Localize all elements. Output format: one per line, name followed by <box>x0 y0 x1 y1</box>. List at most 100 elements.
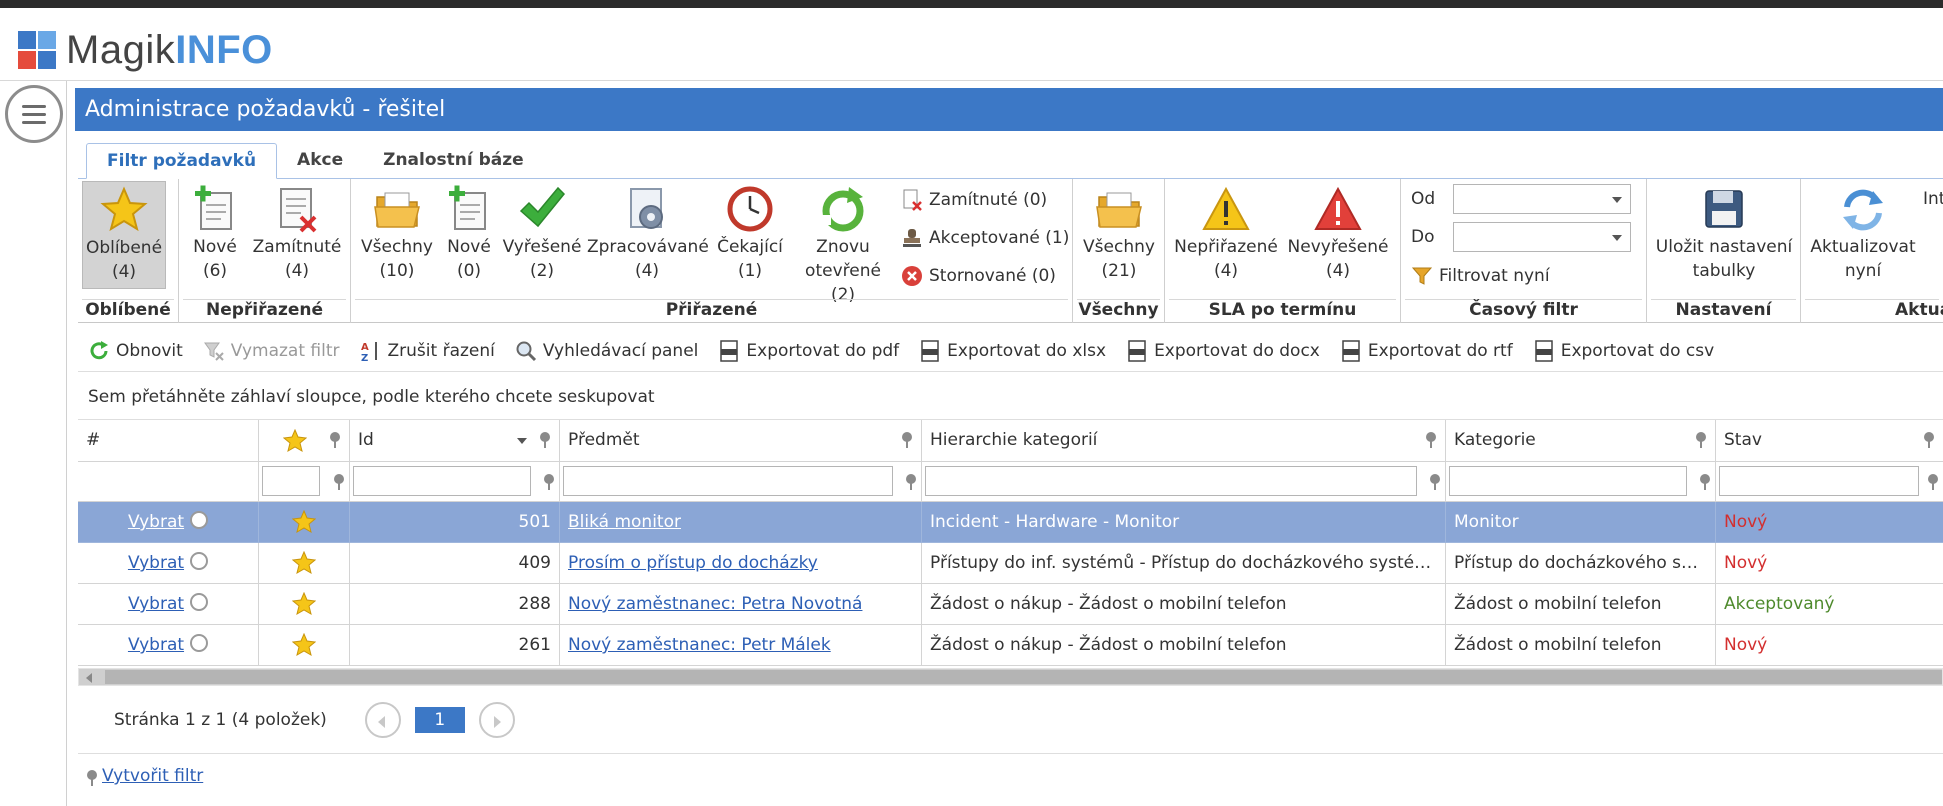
prev-page-icon[interactable] <box>364 701 401 738</box>
col-header-hierarchie[interactable]: Hierarchie kategorií <box>922 420 1446 462</box>
hierarchy-filter-input[interactable] <box>925 466 1417 496</box>
app-logo[interactable]: MagikINFO <box>18 28 273 72</box>
page-title: Administrace požadavků - řešitel <box>75 88 1943 131</box>
col-header-favorite[interactable] <box>259 420 350 462</box>
cell-hierarchy: Žádost o nákup - Žádost o mobilní telefo… <box>922 584 1446 625</box>
favorite-filter-input[interactable] <box>262 466 320 496</box>
subject-filter-input[interactable] <box>563 466 893 496</box>
create-filter-link[interactable]: Vytvořit filtr <box>102 766 203 786</box>
select-link[interactable]: Vybrat <box>128 512 184 532</box>
hamburger-menu-icon[interactable] <box>5 85 63 143</box>
pin-icon[interactable] <box>543 474 555 490</box>
cell-category: Žádost o mobilní telefon <box>1446 625 1716 666</box>
sync-arrows-icon <box>1839 185 1887 233</box>
pin-icon[interactable] <box>329 432 341 448</box>
select-link[interactable]: Vybrat <box>128 553 184 573</box>
current-page-button[interactable]: 1 <box>414 706 465 733</box>
pin-icon[interactable] <box>1425 432 1437 448</box>
next-page-icon[interactable] <box>478 701 515 738</box>
horizontal-scrollbar[interactable] <box>78 668 1943 686</box>
star-icon[interactable] <box>292 633 316 657</box>
id-filter-input[interactable] <box>353 466 531 496</box>
pin-icon[interactable] <box>333 474 345 490</box>
filter-accepted[interactable]: Akceptované (1) <box>901 227 1069 249</box>
col-header-number[interactable]: # <box>78 420 259 462</box>
create-filter: Vytvořit filtr <box>86 764 203 788</box>
assigned-processing-button[interactable]: Zpracovávané (4) <box>587 181 709 289</box>
assigned-new-button[interactable]: Nové (0) <box>441 181 497 289</box>
tab-filtr-pozadavku[interactable]: Filtr požadavků <box>86 143 278 179</box>
cell-id: 409 <box>350 543 560 584</box>
select-link[interactable]: Vybrat <box>128 594 184 614</box>
table-row[interactable]: Vybrat 288 Nový zaměstnanec: Petra Novot… <box>78 584 1943 625</box>
pin-icon[interactable] <box>1923 432 1935 448</box>
col-header-id[interactable]: Id <box>350 420 560 462</box>
cell-hierarchy: Incident - Hardware - Monitor <box>922 502 1446 543</box>
pin-icon[interactable] <box>901 432 913 448</box>
subject-link[interactable]: Nový zaměstnanec: Petra Novotná <box>568 594 862 614</box>
filter-rejected[interactable]: Zamítnuté (0) <box>901 189 1047 211</box>
star-icon[interactable] <box>292 551 316 575</box>
favorites-button[interactable]: Oblíbené (4) <box>82 181 166 289</box>
checkmark-icon <box>518 185 566 233</box>
pin-icon[interactable] <box>1927 474 1939 490</box>
assigned-waiting-button[interactable]: Čekající (1) <box>711 181 789 289</box>
all-requests-button[interactable]: Všechny (21) <box>1079 181 1159 289</box>
unassigned-rejected-button[interactable]: Zamítnuté (4) <box>249 181 345 289</box>
assigned-resolved-button[interactable]: Vyřešené (2) <box>501 181 583 289</box>
group-oblibene: Oblíbené (4) Oblíbené <box>78 179 179 323</box>
export-xlsx-button[interactable]: Exportovat do xlsx <box>909 330 1116 372</box>
export-csv-button[interactable]: Exportovat do csv <box>1523 330 1724 372</box>
refresh-now-button[interactable]: Aktualizovat nyní <box>1805 181 1921 289</box>
col-header-predmet[interactable]: Předmět <box>560 420 922 462</box>
assigned-reopened-button[interactable]: Znovu otevřené (2) <box>793 181 893 305</box>
pin-icon[interactable] <box>539 432 551 448</box>
star-icon[interactable] <box>292 592 316 616</box>
group-by-drop-area[interactable]: Sem přetáhněte záhlaví sloupce, podle kt… <box>78 374 1943 420</box>
group-casovy-filtr: Od Do Filtrovat nyní Časový filtr <box>1401 179 1647 323</box>
unassigned-new-button[interactable]: Nové (6) <box>187 181 243 289</box>
status-badge: Nový <box>1716 625 1943 666</box>
date-to-select[interactable] <box>1453 222 1631 252</box>
subject-link[interactable]: Prosím o přístup do docházky <box>568 553 818 573</box>
sla-unresolved-button[interactable]: Nevyřešené (4) <box>1285 181 1391 289</box>
table-row[interactable]: Vybrat 261 Nový zaměstnanec: Petr Málek … <box>78 625 1943 666</box>
assigned-all-button[interactable]: Všechny (10) <box>357 181 437 289</box>
star-icon[interactable] <box>292 510 316 534</box>
tab-akce[interactable]: Akce <box>277 143 363 179</box>
date-from-select[interactable] <box>1453 184 1631 214</box>
filter-now-button[interactable]: Filtrovat nyní <box>1411 265 1550 287</box>
scrollbar-thumb[interactable] <box>105 670 1942 684</box>
filter-cancelled[interactable]: Stornované (0) <box>901 265 1056 287</box>
subject-link[interactable]: Nový zaměstnanec: Petr Málek <box>568 635 831 655</box>
row-radio[interactable] <box>190 634 209 652</box>
save-table-settings-button[interactable]: Uložit nastavení tabulky <box>1653 181 1795 289</box>
pin-icon[interactable] <box>1429 474 1441 490</box>
export-docx-button[interactable]: Exportovat do docx <box>1116 330 1330 372</box>
clear-filter-button[interactable]: Vymazat filtr <box>193 330 350 372</box>
col-header-kategorie[interactable]: Kategorie <box>1446 420 1716 462</box>
pin-icon[interactable] <box>905 474 917 490</box>
clear-sorting-button[interactable]: AZ Zrušit řazení <box>350 330 505 372</box>
subject-link[interactable]: Bliká monitor <box>568 512 681 532</box>
tab-znalostni-baze[interactable]: Znalostní báze <box>363 143 544 179</box>
cell-hierarchy: Přístupy do inf. systémů - Přístup do do… <box>922 543 1446 584</box>
export-rtf-button[interactable]: Exportovat do rtf <box>1330 330 1523 372</box>
table-row[interactable]: Vybrat 409 Prosím o přístup do docházky … <box>78 543 1943 584</box>
refresh-button[interactable]: Obnovit <box>78 330 193 372</box>
export-pdf-button[interactable]: Exportovat do pdf <box>708 330 909 372</box>
status-filter-input[interactable] <box>1719 466 1919 496</box>
ribbon: Oblíbené (4) Oblíbené Nové (6) Zamítnuté… <box>78 178 1943 323</box>
scroll-left-icon[interactable] <box>86 673 92 683</box>
pin-icon[interactable] <box>1699 474 1711 490</box>
select-link[interactable]: Vybrat <box>128 635 184 655</box>
search-panel-button[interactable]: Vyhledávací panel <box>505 330 709 372</box>
table-row[interactable]: Vybrat 501 Bliká monitor Incident - Hard… <box>78 502 1943 543</box>
category-filter-input[interactable] <box>1449 466 1687 496</box>
col-header-stav[interactable]: Stav <box>1716 420 1943 462</box>
row-radio[interactable] <box>190 552 209 570</box>
pin-icon[interactable] <box>1695 432 1707 448</box>
row-radio[interactable] <box>190 511 209 529</box>
row-radio[interactable] <box>190 593 209 611</box>
sla-unassigned-button[interactable]: Nepřiřazené (4) <box>1173 181 1279 289</box>
